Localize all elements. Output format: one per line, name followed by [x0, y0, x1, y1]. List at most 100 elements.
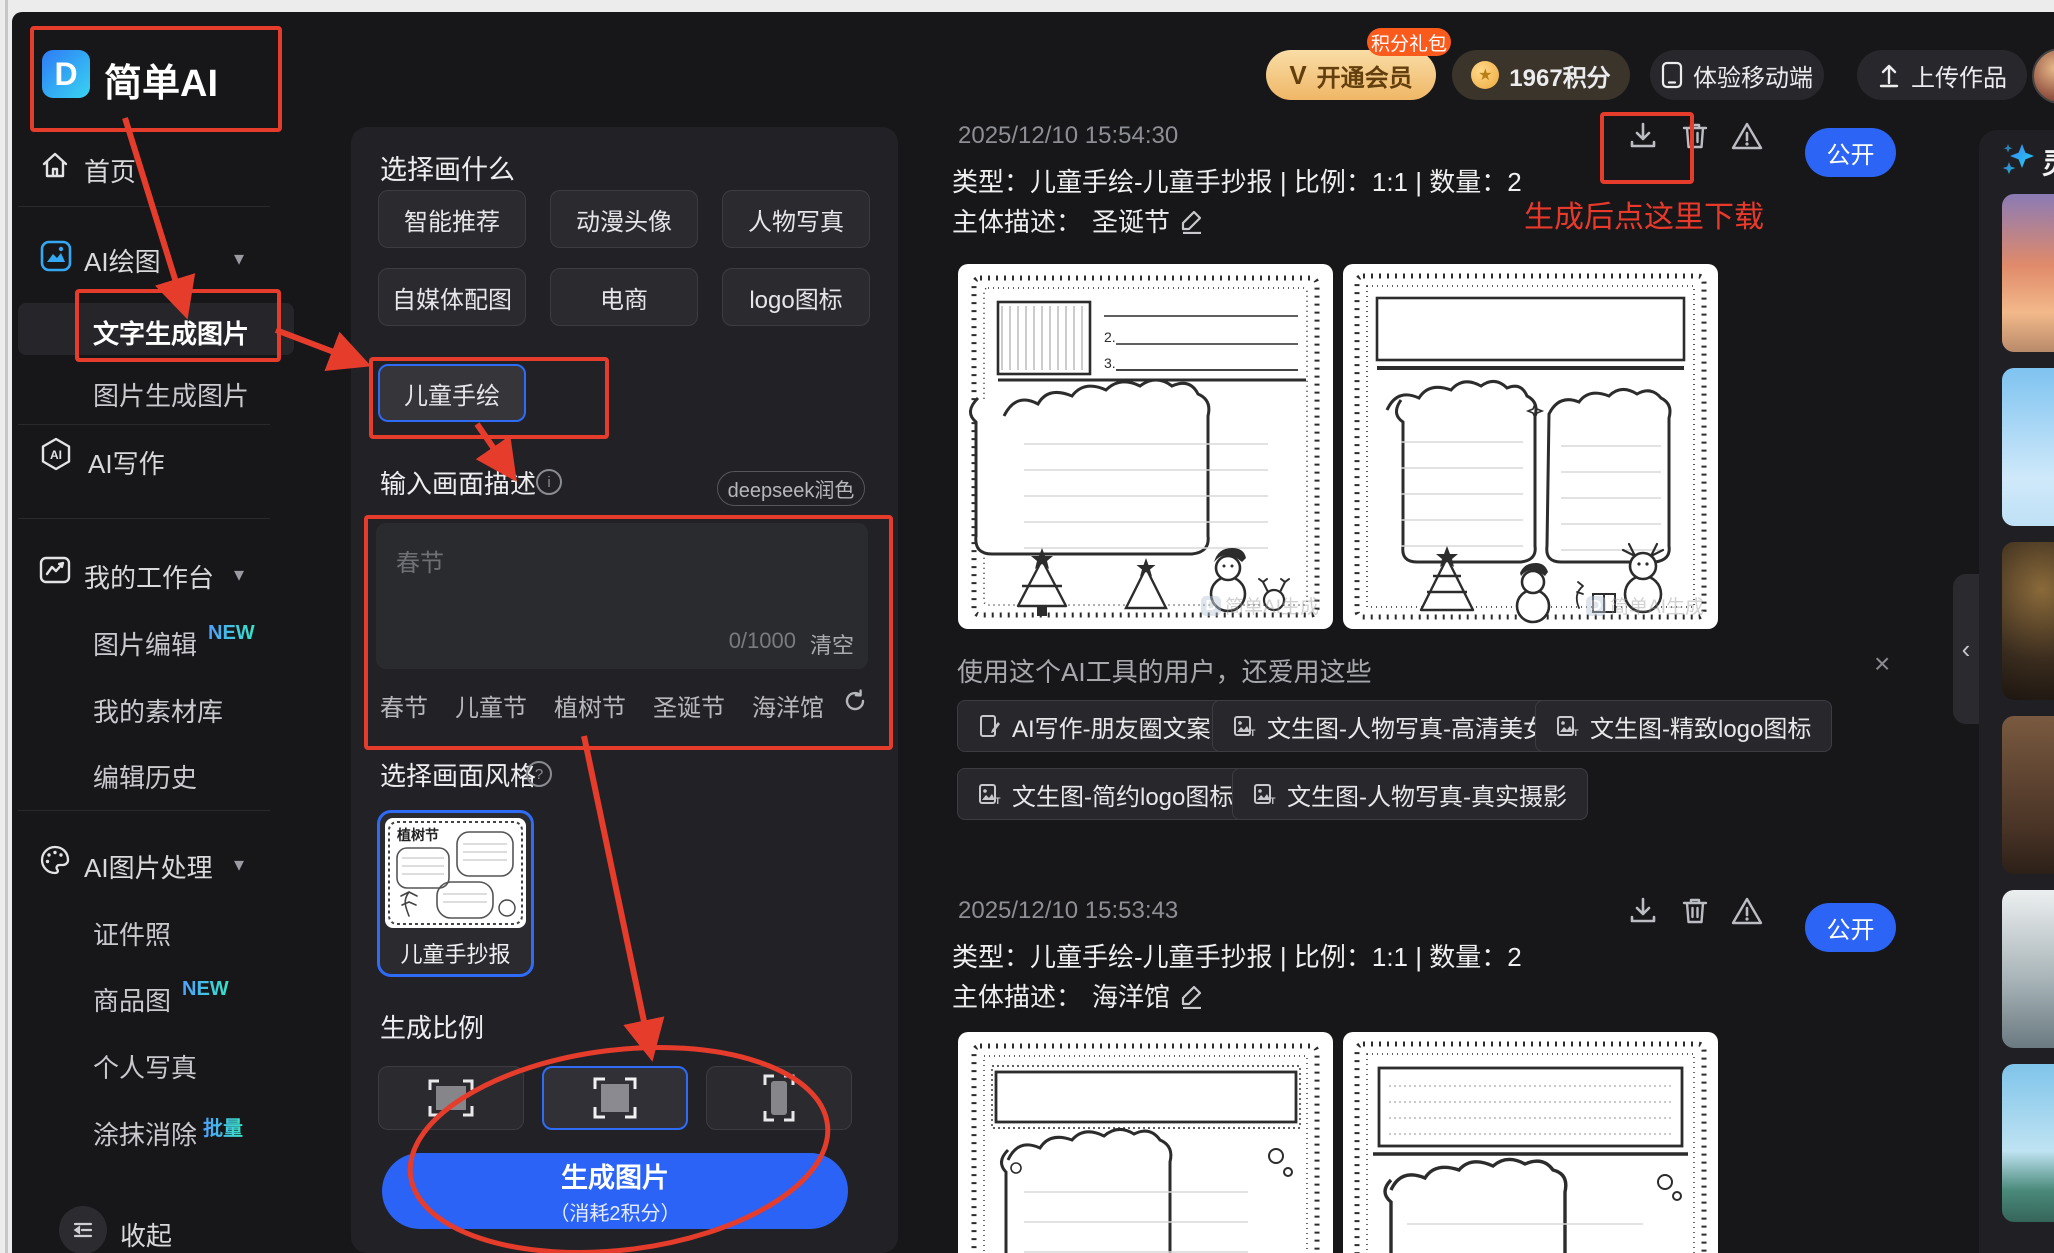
inspiration-thumbnail[interactable] [2002, 890, 2054, 1048]
tag-item[interactable]: 植树节 [554, 688, 626, 723]
sidebar-item-id-photo[interactable]: 证件照 [93, 915, 171, 952]
download-icon[interactable] [1627, 895, 1659, 932]
report-icon[interactable] [1730, 895, 1764, 932]
generate-button[interactable]: 生成图片 （消耗2积分） [382, 1153, 848, 1229]
chevron-down-icon[interactable]: ▾ [234, 562, 244, 587]
question-icon[interactable]: ? [526, 761, 552, 787]
sidebar-item-assets[interactable]: 我的素材库 [93, 692, 223, 729]
svg-text:T: T [995, 796, 1001, 806]
ratio-label: 生成比例 [380, 1013, 485, 1043]
subject-label: 主体描述： [952, 207, 1083, 237]
sidebar-item-workbench[interactable]: 我的工作台 [84, 558, 214, 595]
app-window: D 简单AI 首页 AI绘图 ▾ 文字生成图片 图片生成图片 AI AI写作 我… [12, 12, 2054, 1253]
publish-button[interactable]: 公开 [1805, 128, 1896, 177]
recommend-chip[interactable]: T 文生图-简约logo图标 [957, 768, 1255, 820]
sidebar-item-text2img[interactable]: 文字生成图片 [93, 314, 249, 351]
generated-image-christmas-1[interactable]: 2. 3. D 简单AI生成 [958, 264, 1333, 629]
sidebar-item-home[interactable]: 首页 [84, 152, 136, 189]
chevron-down-icon[interactable]: ▾ [234, 246, 244, 271]
credits-button[interactable]: ★ 1967积分 [1452, 50, 1630, 100]
clear-button[interactable]: 清空 [810, 628, 854, 660]
inspiration-thumbnail[interactable] [2002, 542, 2054, 700]
inspiration-thumbnail[interactable] [2002, 194, 2054, 352]
category-media-img[interactable]: 自媒体配图 [378, 268, 526, 326]
coin-icon: ★ [1471, 61, 1500, 89]
annotation-download-tip: 生成后点这里下载 [1524, 201, 1764, 234]
vip-button[interactable]: V 开通会员 [1266, 50, 1436, 100]
delete-icon[interactable] [1680, 120, 1710, 157]
close-icon[interactable]: × [1874, 648, 1890, 680]
inspiration-thumbnail[interactable] [2002, 1064, 2054, 1222]
sidebar-item-erase[interactable]: 涂抹消除 [93, 1115, 197, 1152]
char-counter-row: 0/1000 清空 [376, 628, 854, 660]
sidebar-divider [18, 424, 270, 425]
new-badge: NEW [182, 978, 229, 1000]
ratio-option-square-selected[interactable] [542, 1066, 688, 1130]
sidebar-item-ai-draw[interactable]: AI绘图 [84, 242, 161, 279]
ratio-option-landscape[interactable] [378, 1066, 524, 1130]
collapse-button[interactable] [59, 1206, 107, 1253]
category-logo[interactable]: logo图标 [722, 268, 870, 326]
svg-text:3.: 3. [1104, 355, 1116, 371]
sidebar-item-ai-img-proc[interactable]: AI图片处理 [84, 848, 213, 885]
recommend-chip[interactable]: AI写作-朋友圈文案 [957, 700, 1232, 752]
sidebar-item-img2img[interactable]: 图片生成图片 [93, 376, 249, 413]
char-counter: 0/1000 [728, 628, 796, 653]
refresh-icon[interactable] [842, 688, 868, 719]
tag-item[interactable]: 海洋馆 [752, 688, 824, 723]
category-children-drawing[interactable]: 儿童手绘 [378, 364, 526, 422]
style-name: 儿童手抄报 [400, 942, 511, 967]
sidebar-item-img-edit[interactable]: 图片编辑 [93, 625, 197, 662]
credits-label: 1967积分 [1509, 64, 1611, 92]
collapse-drawer-handle[interactable]: ‹ [1953, 574, 1979, 724]
text2img-icon: T [1234, 716, 1256, 738]
category-portrait[interactable]: 人物写真 [722, 190, 870, 248]
phone-icon [1661, 61, 1683, 89]
delete-icon[interactable] [1680, 895, 1710, 932]
inspiration-thumbnail[interactable] [2002, 716, 2054, 874]
recommend-chip[interactable]: T 文生图-人物写真-真实摄影 [1232, 768, 1588, 820]
category-anime-avatar[interactable]: 动漫头像 [550, 190, 698, 248]
tag-item[interactable]: 儿童节 [455, 688, 527, 723]
recommend-chip[interactable]: T 文生图-人物写真-高清美女 [1212, 700, 1568, 752]
svg-text:AI: AI [50, 448, 62, 462]
category-smart[interactable]: 智能推荐 [378, 190, 526, 248]
upload-work-button[interactable]: 上传作品 [1857, 50, 2027, 100]
recommend-chip[interactable]: T 文生图-精致logo图标 [1535, 700, 1833, 752]
generated-image-ocean-1[interactable]: D简单AI生成 [958, 1032, 1333, 1253]
sidebar-item-product-img[interactable]: 商品图 [93, 981, 171, 1018]
style-card-children-paper[interactable]: 植树节 儿童手抄报 [377, 810, 534, 977]
sidebar-item-portrait[interactable]: 个人写真 [93, 1048, 197, 1085]
download-icon[interactable] [1627, 120, 1659, 157]
publish-button[interactable]: 公开 [1805, 903, 1896, 952]
desc-label: 输入画面描述 [380, 469, 537, 499]
report-icon[interactable] [1730, 120, 1764, 157]
result-meta: 类型：儿童手绘-儿童手抄报 | 比例：1:1 | 数量：2 [952, 167, 1522, 197]
screenshot-stage: D 简单AI 首页 AI绘图 ▾ 文字生成图片 图片生成图片 AI AI写作 我… [0, 0, 2054, 1253]
user-avatar[interactable] [2032, 48, 2054, 104]
new-badge: NEW [208, 622, 255, 644]
sidebar-item-ai-write[interactable]: AI写作 [88, 444, 165, 481]
ratio-option-portrait[interactable] [706, 1066, 852, 1130]
category-ecommerce[interactable]: 电商 [550, 268, 698, 326]
info-icon[interactable]: i [536, 469, 562, 495]
edit-icon[interactable] [1180, 208, 1204, 234]
vip-label: 开通会员 [1316, 64, 1413, 92]
sidebar-item-edit-history[interactable]: 编辑历史 [93, 758, 197, 795]
credits-gift-badge: 积分礼包 [1367, 28, 1451, 56]
deepseek-polish-button[interactable]: deepseek润色 [717, 471, 865, 506]
generated-image-ocean-2[interactable]: D简单AI生成 [1343, 1032, 1718, 1253]
collapse-label[interactable]: 收起 [120, 1216, 172, 1253]
edit-icon[interactable] [1180, 983, 1204, 1009]
tag-item[interactable]: 春节 [380, 688, 428, 723]
text2img-icon: T [979, 784, 1001, 806]
generate-label: 生成图片 [561, 1163, 669, 1193]
chevron-down-icon[interactable]: ▾ [234, 852, 244, 877]
text2img-icon: T [1254, 784, 1276, 806]
subject-label: 主体描述： [952, 982, 1083, 1012]
upload-label: 上传作品 [1911, 64, 2007, 92]
inspiration-thumbnail[interactable] [2002, 368, 2054, 526]
tag-item[interactable]: 圣诞节 [653, 688, 725, 723]
mobile-app-button[interactable]: 体验移动端 [1650, 50, 1824, 100]
generated-image-christmas-2[interactable]: D 简单AI生成 [1343, 264, 1718, 629]
